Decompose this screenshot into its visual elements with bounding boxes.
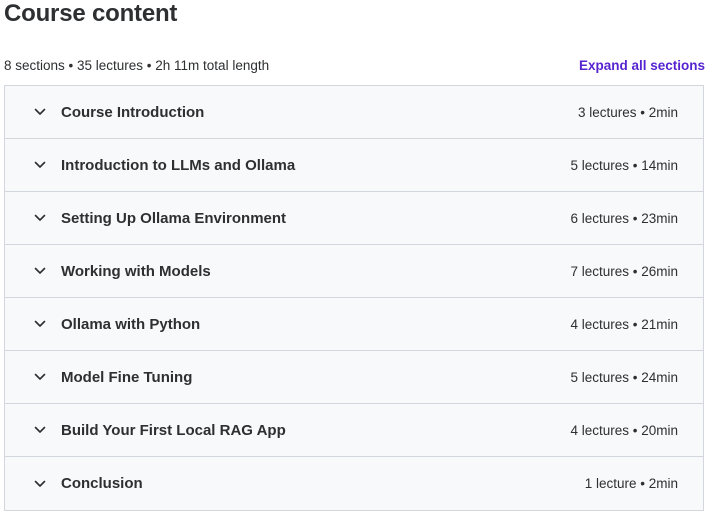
chevron-down-icon xyxy=(33,477,47,491)
section-meta: 5 lectures • 14min xyxy=(570,157,678,173)
section-header[interactable]: Introduction to LLMs and Ollama 5 lectur… xyxy=(5,139,703,192)
section-meta: 5 lectures • 24min xyxy=(570,369,678,385)
section-title: Setting Up Ollama Environment xyxy=(61,209,287,227)
section-header[interactable]: Model Fine Tuning 5 lectures • 24min xyxy=(5,351,703,404)
section-title: Model Fine Tuning xyxy=(61,368,193,386)
page-title: Course content xyxy=(4,0,178,27)
chevron-down-icon xyxy=(33,105,47,119)
section-header[interactable]: Course Introduction 3 lectures • 2min xyxy=(5,86,703,139)
chevron-down-icon xyxy=(33,158,47,172)
chevron-down-icon xyxy=(33,370,47,384)
chevron-down-icon xyxy=(33,423,47,437)
section-meta: 3 lectures • 2min xyxy=(577,104,678,120)
course-content-panel: Course content 8 sections • 35 lectures … xyxy=(0,0,709,514)
sections-accordion: Course Introduction 3 lectures • 2min In… xyxy=(4,85,704,511)
section-title: Build Your First Local RAG App xyxy=(61,421,286,439)
chevron-down-icon xyxy=(33,317,47,331)
chevron-down-icon xyxy=(33,264,47,278)
section-header[interactable]: Ollama with Python 4 lectures • 21min xyxy=(5,298,703,351)
section-meta: 1 lecture • 2min xyxy=(584,476,678,491)
section-title: Course Introduction xyxy=(61,103,205,121)
section-meta: 7 lectures • 26min xyxy=(570,263,678,279)
section-meta: 4 lectures • 21min xyxy=(570,316,678,332)
course-summary: 8 sections • 35 lectures • 2h 11m total … xyxy=(4,57,270,73)
section-title: Conclusion xyxy=(61,475,143,492)
section-header[interactable]: Build Your First Local RAG App 4 lecture… xyxy=(5,404,703,457)
section-meta: 6 lectures • 23min xyxy=(570,210,678,226)
summary-row: 8 sections • 35 lectures • 2h 11m total … xyxy=(4,56,705,74)
section-title: Working with Models xyxy=(61,262,211,280)
expand-all-sections-button[interactable]: Expand all sections xyxy=(579,58,705,73)
section-title: Introduction to LLMs and Ollama xyxy=(61,156,296,174)
section-title: Ollama with Python xyxy=(61,315,201,333)
chevron-down-icon xyxy=(33,211,47,225)
section-header[interactable]: Working with Models 7 lectures • 26min xyxy=(5,245,703,298)
section-header[interactable]: Conclusion 1 lecture • 2min xyxy=(5,457,703,510)
section-header[interactable]: Setting Up Ollama Environment 6 lectures… xyxy=(5,192,703,245)
section-meta: 4 lectures • 20min xyxy=(570,422,678,438)
